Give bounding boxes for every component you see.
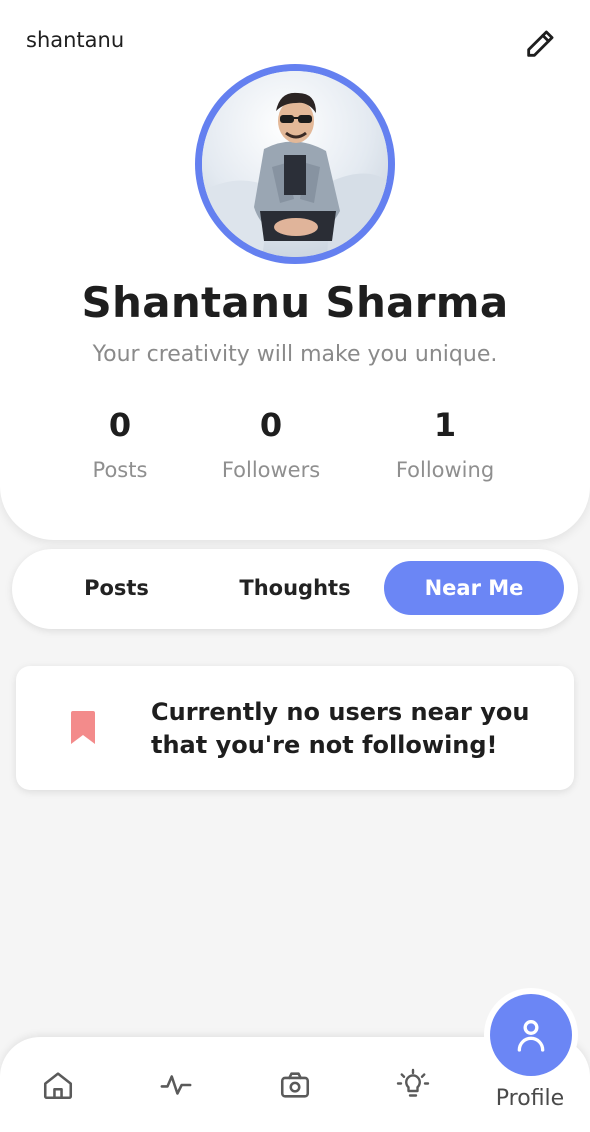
nav-camera[interactable] xyxy=(275,1065,315,1105)
avatar xyxy=(202,71,388,257)
tab-posts[interactable]: Posts xyxy=(34,561,199,615)
nav-profile-button[interactable] xyxy=(490,994,572,1076)
bookmark-icon xyxy=(71,711,95,744)
stat-followers-value: 0 xyxy=(259,406,283,444)
profile-name: Shantanu Sharma xyxy=(81,278,509,327)
nav-ideas[interactable] xyxy=(393,1065,433,1105)
profile-screen: shantanu Shantanu Sharma Your creativity… xyxy=(0,0,590,1132)
nav-profile-label[interactable]: Profile xyxy=(470,1086,590,1111)
tab-thoughts[interactable]: Thoughts xyxy=(210,561,380,615)
profile-tabs: Posts Thoughts Near Me xyxy=(12,549,578,629)
edit-profile-button[interactable] xyxy=(520,24,560,64)
username-label: shantanu xyxy=(26,28,125,52)
nav-activity[interactable] xyxy=(156,1065,196,1105)
profile-header-card: shantanu Shantanu Sharma Your creativity… xyxy=(0,0,590,540)
avatar-ring[interactable] xyxy=(195,64,395,264)
stat-followers[interactable]: 0 Followers xyxy=(181,406,361,482)
tab-near-me[interactable]: Near Me xyxy=(384,561,564,615)
home-icon xyxy=(43,1072,73,1100)
stat-following-value: 1 xyxy=(433,406,457,444)
pencil-icon xyxy=(527,30,554,57)
profile-icon xyxy=(517,1020,545,1052)
empty-state-card: Currently no users near you that you're … xyxy=(16,666,574,790)
profile-bio: Your creativity will make you unique. xyxy=(92,342,498,367)
nav-home[interactable] xyxy=(38,1065,78,1105)
camera-icon xyxy=(280,1072,310,1098)
stat-following[interactable]: 1 Following xyxy=(355,406,535,482)
empty-state-message: Currently no users near you that you're … xyxy=(151,698,530,759)
profile-fab-wrapper xyxy=(484,988,578,1082)
lightbulb-icon xyxy=(396,1068,430,1097)
stat-following-label: Following xyxy=(395,458,495,482)
activity-icon xyxy=(160,1075,192,1095)
stat-followers-label: Followers xyxy=(221,458,321,482)
